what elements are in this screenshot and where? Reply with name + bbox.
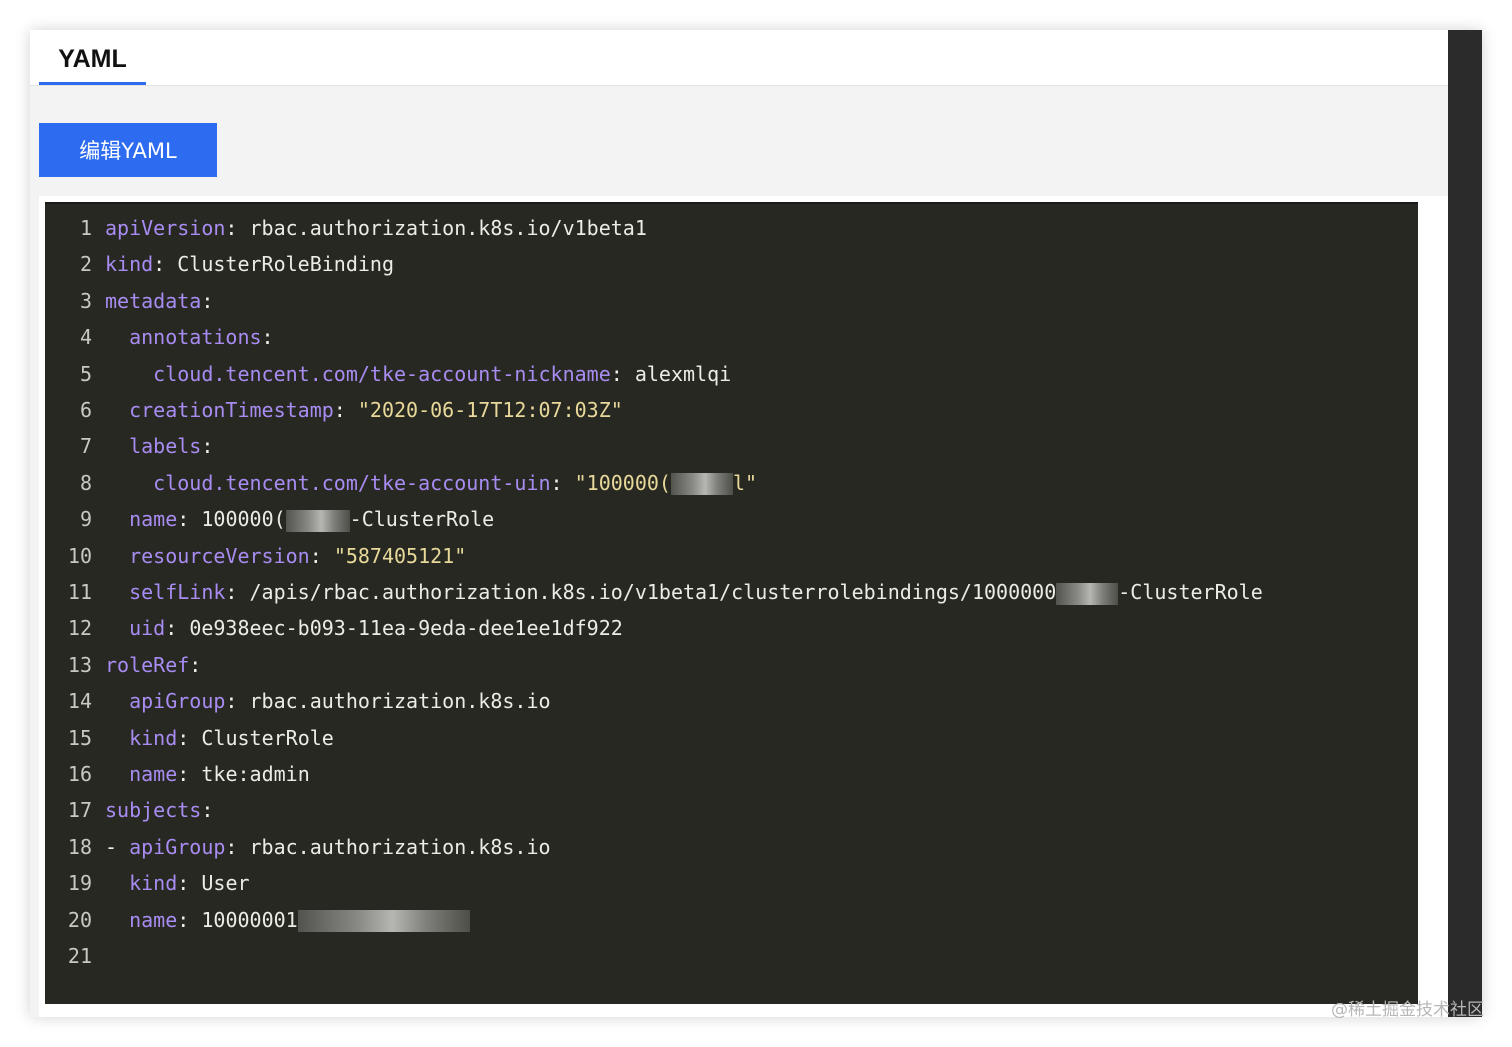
yaml-key: subjects — [105, 798, 202, 823]
code-editor[interactable]: 1 apiVersion: rbac.authorization.k8s.io/v… — [45, 202, 1418, 1004]
code-line: 4 annotations: — [45, 319, 274, 355]
yaml-key: creationTimestamp — [129, 398, 334, 422]
yaml-key: uid — [129, 616, 166, 641]
line-number: 14 — [67, 689, 92, 714]
line-number: 15 — [67, 725, 92, 750]
yaml-value-suffix: -ClusterRole — [349, 507, 495, 532]
yaml-value: User — [201, 871, 250, 896]
yaml-value: ClusterRole — [201, 725, 334, 750]
code-line: 7 labels: — [45, 428, 213, 464]
line-number: 17 — [67, 798, 92, 823]
line-number: 4 — [79, 325, 92, 350]
yaml-key: cloud.tencent.com/tke-account-uin — [153, 470, 551, 495]
line-number: 10 — [67, 543, 92, 568]
line-number: 6 — [79, 398, 92, 422]
code-line: 1 apiVersion: rbac.authorization.k8s.io/v… — [45, 210, 647, 246]
edit-yaml-button[interactable]: 编辑YAML — [39, 123, 217, 177]
code-line: 14 apiGroup: rbac.authorization.k8s.io — [45, 683, 551, 719]
code-line: 3 metadata: — [45, 283, 213, 319]
yaml-value: rbac.authorization.k8s.io/v1beta1 — [249, 216, 647, 240]
yaml-value: "587405121" — [333, 543, 467, 568]
yaml-key: apiVersion — [105, 216, 226, 240]
line-number: 5 — [79, 361, 92, 386]
yaml-key: name — [129, 507, 178, 532]
line-number: 3 — [79, 288, 92, 313]
yaml-value: 10000001 — [201, 907, 298, 932]
yaml-value: "2020-06-17T12:07:03Z" — [357, 398, 623, 422]
line-number: 13 — [67, 652, 92, 677]
yaml-value-suffix: l" — [732, 470, 758, 495]
yaml-value: tke:admin — [201, 762, 310, 786]
code-line: 12 uid: 0e938eec-b093-11ea-9eda-dee1ee1d… — [45, 610, 623, 646]
line-number: 8 — [79, 470, 92, 495]
redacted-block — [1056, 582, 1119, 605]
line-number: 16 — [67, 762, 92, 786]
yaml-value: "100000( — [574, 470, 671, 495]
yaml-value: rbac.authorization.k8s.io — [249, 689, 551, 714]
yaml-key: roleRef — [105, 652, 190, 677]
line-number: 21 — [67, 944, 92, 968]
code-line: 17 subjects: — [45, 792, 213, 828]
yaml-key: name — [129, 762, 178, 786]
line-number: 20 — [67, 907, 92, 932]
code-line: 15 kind: ClusterRole — [45, 720, 334, 756]
yaml-key: cloud.tencent.com/tke-account-nickname — [153, 361, 611, 386]
yaml-key: apiGroup — [129, 834, 226, 859]
code-line: 8 cloud.tencent.com/tke-account-uin: "10… — [45, 465, 757, 501]
code-line: 2 kind: ClusterRoleBinding — [45, 246, 394, 282]
code-line: 10 resourceVersion: "587405121" — [45, 538, 466, 574]
redacted-block — [285, 509, 350, 532]
code-line: 21 — [45, 938, 105, 974]
yaml-key: kind — [129, 725, 178, 750]
yaml-key: resourceVersion — [129, 543, 310, 568]
yaml-key: selfLink — [129, 580, 226, 604]
code-line: 13 roleRef: — [45, 647, 201, 683]
code-line: 19 kind: User — [45, 865, 250, 901]
code-line: 18- apiGroup: rbac.authorization.k8s.io — [45, 829, 551, 865]
yaml-value: rbac.authorization.k8s.io — [249, 834, 551, 859]
code-line: 5 cloud.tencent.com/tke-account-nickname… — [45, 356, 731, 392]
tab-bar: YAML — [30, 30, 1448, 86]
side-strip — [1448, 30, 1482, 1017]
line-number: 7 — [79, 434, 92, 459]
redacted-block — [670, 473, 733, 496]
code-line: 6 creationTimestamp: "2020-06-17T12:07:0… — [45, 392, 623, 428]
code-line: 11 selfLink: /apis/rbac.authorization.k8… — [45, 574, 1263, 610]
yaml-value: alexmlqi — [634, 361, 732, 386]
yaml-key: annotations — [129, 325, 262, 350]
redacted-block — [297, 910, 470, 933]
yaml-key: kind — [129, 871, 178, 896]
code-line: 16 name: tke:admin — [45, 756, 310, 792]
code-line: 20 name: 10000001 — [45, 902, 470, 938]
yaml-value: /apis/rbac.authorization.k8s.io/v1beta1/… — [249, 580, 1057, 604]
yaml-value: 100000( — [201, 507, 286, 532]
yaml-value-suffix: -ClusterRole — [1118, 580, 1263, 604]
line-number: 19 — [67, 871, 92, 896]
yaml-key: labels — [129, 434, 202, 459]
tab-yaml[interactable]: YAML — [39, 30, 146, 85]
yaml-key: kind — [105, 252, 154, 277]
yaml-value: ClusterRoleBinding — [177, 252, 395, 277]
watermark: @稀土掘金技术社区 — [1331, 1000, 1484, 1020]
yaml-key: name — [129, 907, 178, 932]
line-number: 9 — [79, 507, 92, 532]
line-number: 1 — [79, 216, 92, 240]
line-number: 18 — [67, 834, 92, 859]
yaml-value: 0e938eec-b093-11ea-9eda-dee1ee1df922 — [189, 616, 623, 641]
line-number: 2 — [79, 252, 92, 277]
yaml-key: metadata — [105, 288, 202, 313]
line-number: 11 — [67, 580, 92, 604]
yaml-key: apiGroup — [129, 689, 226, 714]
code-line: 9 name: 100000(-ClusterRole — [45, 501, 494, 537]
line-number: 12 — [67, 616, 92, 641]
